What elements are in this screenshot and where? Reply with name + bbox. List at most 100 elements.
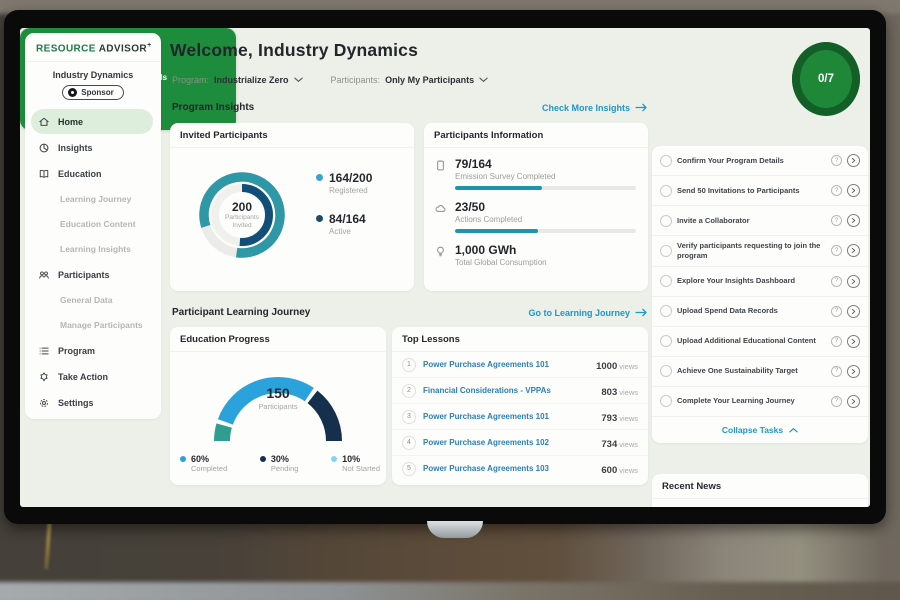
task-row[interactable]: Upload Additional Educational Content?	[652, 327, 868, 357]
task-row[interactable]: Send 50 Invitations to Participants?	[652, 176, 868, 206]
lesson-title-link[interactable]: Power Purchase Agreements 101	[423, 412, 594, 421]
chevron-down-icon	[479, 77, 488, 83]
task-checkbox[interactable]	[660, 365, 672, 377]
help-icon[interactable]: ?	[831, 396, 842, 407]
lesson-title-link[interactable]: Financial Considerations - VPPAs	[423, 386, 594, 395]
sidebar-item-general-data[interactable]: General Data	[31, 288, 153, 312]
lesson-title-link[interactable]: Power Purchase Agreements 102	[423, 438, 594, 447]
task-checkbox[interactable]	[660, 275, 672, 287]
task-row[interactable]: Explore Your Insights Dashboard?	[652, 267, 868, 297]
sidebar-item-insights[interactable]: Insights	[31, 135, 153, 160]
help-icon[interactable]: ?	[831, 215, 842, 226]
task-label: Achieve One Sustainability Target	[677, 366, 826, 376]
sidebar-item-take-action[interactable]: Take Action	[31, 364, 153, 389]
education-card-title: Education Progress	[170, 327, 386, 352]
actions-icon	[434, 202, 447, 215]
sidebar-item-learning-journey[interactable]: Learning Journey	[31, 187, 153, 211]
task-checkbox[interactable]	[660, 245, 672, 257]
sidebar-item-education-content[interactable]: Education Content	[31, 212, 153, 236]
lesson-views-suffix: views	[619, 440, 638, 449]
sidebar-item-manage-participants[interactable]: Manage Participants	[31, 313, 153, 337]
task-checkbox[interactable]	[660, 215, 672, 227]
task-row[interactable]: Invite a Collaborator?	[652, 206, 868, 236]
sidebar-item-settings[interactable]: Settings	[31, 390, 153, 415]
info-label: Total Global Consumption	[455, 258, 636, 267]
sidebar-item-label: General Data	[60, 295, 112, 305]
task-chevron-button[interactable]	[847, 335, 860, 348]
task-chevron-button[interactable]	[847, 244, 860, 257]
lesson-views: 803	[601, 387, 617, 398]
program-insights-title: Program Insights	[172, 102, 254, 113]
sponsor-badge[interactable]: Sponsor	[62, 85, 123, 100]
task-row[interactable]: Verify participants requesting to join t…	[652, 236, 868, 267]
program-icon	[38, 345, 50, 357]
lesson-title-link[interactable]: Power Purchase Agreements 103	[423, 464, 594, 473]
task-chevron-button[interactable]	[847, 275, 860, 288]
go-to-learning-journey-link[interactable]: Go to Learning Journey	[528, 308, 648, 318]
task-label: Upload Additional Educational Content	[677, 336, 826, 346]
sidebar-item-label: Settings	[58, 398, 94, 408]
task-row[interactable]: Upload Spend Data Records?	[652, 297, 868, 327]
task-row[interactable]: Confirm Your Program Details?	[652, 146, 868, 176]
legend-item-active: 84/164Active	[316, 212, 372, 236]
invited-donut-chart: 200 Participants Invited	[182, 155, 302, 275]
donut-center: 200 Participants Invited	[182, 155, 302, 275]
sidebar-item-label: Learning Insights	[60, 244, 131, 254]
legend-percent: 60%	[191, 454, 227, 464]
collapse-tasks-link[interactable]: Collapse Tasks	[652, 417, 868, 441]
task-chevron-button[interactable]	[847, 305, 860, 318]
participants-dropdown[interactable]: Participants: Only My Participants	[331, 75, 489, 85]
help-icon[interactable]: ?	[831, 306, 842, 317]
legend-label: Not Started	[342, 464, 380, 473]
legend-label: Registered	[329, 186, 372, 195]
lesson-row: 3Power Purchase Agreements 101793views	[392, 404, 648, 430]
task-checkbox[interactable]	[660, 395, 672, 407]
help-icon[interactable]: ?	[831, 245, 842, 256]
sidebar-item-education[interactable]: Education	[31, 161, 153, 186]
lesson-views: 793	[601, 413, 617, 424]
sidebar-item-program[interactable]: Program	[31, 338, 153, 363]
task-chevron-button[interactable]	[847, 214, 860, 227]
help-icon[interactable]: ?	[831, 276, 842, 287]
gauge-center-label: Participants	[170, 402, 386, 411]
lesson-row: 5Power Purchase Agreements 103600views	[392, 456, 648, 481]
chevron-up-icon	[789, 427, 798, 433]
help-icon[interactable]: ?	[831, 155, 842, 166]
sidebar-item-home[interactable]: Home	[31, 109, 153, 134]
consumption-icon	[434, 245, 447, 258]
app-logo: RESOURCE ADVISOR+	[25, 33, 161, 62]
legend-label: Completed	[191, 464, 227, 473]
sidebar-item-participants[interactable]: Participants	[31, 262, 153, 287]
help-icon[interactable]: ?	[831, 336, 842, 347]
task-checkbox[interactable]	[660, 155, 672, 167]
task-chevron-button[interactable]	[847, 154, 860, 167]
check-more-insights-link[interactable]: Check More Insights	[542, 103, 648, 113]
task-label: Send 50 Invitations to Participants	[677, 186, 826, 196]
scene: RESOURCE ADVISOR+ Industry Dynamics Spon…	[0, 0, 900, 600]
lesson-views-suffix: views	[619, 466, 638, 475]
sidebar-item-label: Program	[58, 346, 95, 356]
top-lessons-card: Top Lessons 1Power Purchase Agreements 1…	[392, 327, 648, 485]
arrow-right-icon	[635, 308, 648, 317]
program-dropdown[interactable]: Program: Industrialize Zero	[172, 75, 303, 85]
education-progress-card: Education Progress 150 Participants 60%C…	[170, 327, 386, 485]
task-checkbox[interactable]	[660, 185, 672, 197]
help-icon[interactable]: ?	[831, 366, 842, 377]
task-chevron-button[interactable]	[847, 365, 860, 378]
task-row[interactable]: Achieve One Sustainability Target?	[652, 357, 868, 387]
learning-journey-title: Participant Learning Journey	[172, 307, 310, 318]
legend-label: Active	[329, 227, 366, 236]
lesson-rank-badge: 5	[402, 462, 416, 476]
task-chevron-button[interactable]	[847, 184, 860, 197]
legend-value: 164/200	[329, 171, 372, 185]
task-chevron-button[interactable]	[847, 395, 860, 408]
task-checkbox[interactable]	[660, 335, 672, 347]
info-value: 79/164	[455, 157, 636, 171]
sidebar-item-learning-insights[interactable]: Learning Insights	[31, 237, 153, 261]
task-row[interactable]: Complete Your Learning Journey?	[652, 387, 868, 417]
lesson-title-link[interactable]: Power Purchase Agreements 101	[423, 360, 589, 369]
logo-plus: +	[147, 42, 152, 49]
task-checkbox[interactable]	[660, 305, 672, 317]
lesson-rank-badge: 1	[402, 358, 416, 372]
help-icon[interactable]: ?	[831, 185, 842, 196]
